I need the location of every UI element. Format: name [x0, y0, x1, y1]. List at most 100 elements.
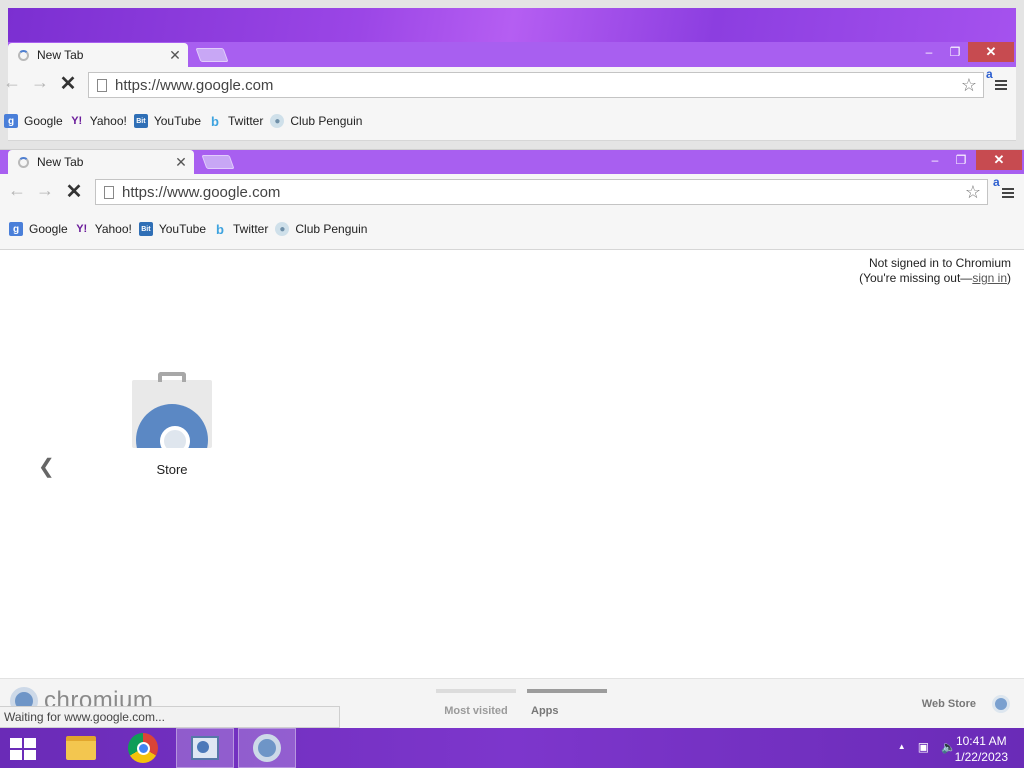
- bookmark-twitter[interactable]: b Twitter: [213, 221, 275, 237]
- bookmark-yahoo[interactable]: Y! Yahoo!: [70, 114, 134, 128]
- apps-label: Apps: [531, 705, 559, 717]
- system-clock[interactable]: 10:41 AM 1/22/2023: [955, 733, 1008, 765]
- forward-button[interactable]: →: [28, 72, 52, 93]
- close-window-button[interactable]: ✕: [976, 150, 1022, 170]
- bookmark-label: Club Penguin: [290, 114, 363, 128]
- remote-desktop-icon: [191, 736, 219, 760]
- desktop-wallpaper: [8, 8, 1016, 44]
- clock-date: 1/22/2023: [954, 750, 1008, 764]
- background-browser-window: New Tab ✕ – ❐ ✕ ← → ✕ https://www.google…: [0, 0, 1024, 150]
- app-tile-store[interactable]: Store: [128, 370, 216, 477]
- new-tab-page: Not signed in to Chromium (You're missin…: [0, 250, 1024, 678]
- web-store-small-icon[interactable]: [992, 695, 1010, 713]
- chrome-icon: [128, 733, 158, 763]
- page-icon: [97, 78, 107, 92]
- previous-page-arrow-icon[interactable]: ❮: [38, 454, 55, 479]
- tab-close-icon[interactable]: ✕: [174, 154, 188, 171]
- google-icon: g: [4, 114, 18, 128]
- bookmark-star-icon[interactable]: ☆: [955, 75, 983, 96]
- taskbar-chromium[interactable]: [238, 728, 296, 768]
- apps-tab[interactable]: Apps: [527, 689, 607, 717]
- file-explorer-icon: [66, 736, 96, 760]
- signin-prompt-close: ): [1007, 271, 1011, 285]
- taskbar: ▲ ▣ 🔈 10:41 AM 1/22/2023: [0, 728, 1024, 768]
- tab-new-tab[interactable]: New Tab ✕: [8, 150, 194, 174]
- most-visited-tab[interactable]: Most visited: [436, 689, 516, 717]
- clock-time: 10:41 AM: [955, 734, 1007, 748]
- ghost-tab-strip: New Tab ✕ – ❐ ✕: [8, 42, 1016, 67]
- bookmark-label: YouTube: [153, 114, 202, 128]
- loading-spinner-icon: [18, 156, 29, 168]
- twitter-icon: b: [211, 113, 219, 129]
- tab-close-icon[interactable]: ✕: [168, 47, 182, 64]
- bookmark-club-penguin[interactable]: ● Club Penguin: [275, 222, 374, 236]
- club-penguin-icon: ●: [275, 222, 290, 236]
- chrome-menu-button[interactable]: [995, 78, 1007, 92]
- extension-icon[interactable]: a: [993, 175, 1000, 189]
- ghost-toolbar: ← → ✕ https://www.google.com ☆ a: [3, 67, 1016, 103]
- start-button[interactable]: [10, 738, 36, 760]
- tab-title: New Tab: [37, 155, 84, 169]
- bookmark-star-icon[interactable]: ☆: [959, 182, 987, 203]
- minimize-button[interactable]: –: [922, 150, 948, 170]
- twitter-icon: b: [216, 221, 224, 237]
- bookmark-label: Club Penguin: [295, 222, 368, 236]
- back-button[interactable]: ←: [0, 72, 24, 93]
- address-bar-url: https://www.google.com: [122, 183, 281, 201]
- taskbar-chrome[interactable]: [114, 728, 172, 768]
- sign-in-link[interactable]: sign in: [972, 271, 1007, 285]
- signin-status-text: Not signed in to Chromium: [868, 256, 1011, 270]
- back-button[interactable]: ←: [5, 180, 29, 201]
- google-icon: g: [9, 222, 23, 236]
- extension-icon[interactable]: a: [986, 67, 993, 81]
- toolbar: ← → ✕ https://www.google.com ☆ a: [0, 174, 1024, 210]
- chrome-menu-button[interactable]: [1002, 186, 1014, 200]
- bookmark-label: Yahoo!: [94, 222, 132, 236]
- ghost-tab-new-tab[interactable]: New Tab ✕: [8, 43, 188, 67]
- system-tray: ▲ ▣ 🔈: [898, 740, 956, 754]
- bookmark-label: YouTube: [158, 222, 207, 236]
- stop-loading-button[interactable]: ✕: [56, 71, 80, 96]
- bookmarks-bar: g Google Y! Yahoo! Bit YouTube b Twitter…: [0, 210, 1024, 250]
- bookmark-youtube[interactable]: Bit YouTube: [138, 222, 213, 236]
- web-store-icon: [132, 370, 212, 448]
- yahoo-icon: Y!: [71, 115, 83, 127]
- address-bar[interactable]: https://www.google.com ☆: [95, 179, 988, 205]
- bookmark-google[interactable]: g Google: [4, 114, 70, 128]
- address-bar-url: https://www.google.com: [115, 76, 274, 94]
- youtube-icon: Bit: [138, 222, 153, 236]
- bookmark-label: Google: [24, 114, 63, 128]
- bookmark-label: Yahoo!: [89, 114, 127, 128]
- ghost-bookmarks-bar: g Google Y! Yahoo! Bit YouTube b Twitter…: [4, 103, 1016, 141]
- minimize-button[interactable]: –: [916, 42, 942, 62]
- bookmark-yahoo[interactable]: Y! Yahoo!: [75, 222, 139, 236]
- club-penguin-icon: ●: [270, 114, 285, 128]
- signin-prompt-text: (You're missing out—: [859, 271, 973, 285]
- loading-spinner-icon: [18, 49, 29, 61]
- maximize-button[interactable]: ❐: [948, 150, 974, 170]
- status-bubble: Waiting for www.google.com...: [0, 706, 340, 728]
- bookmark-twitter[interactable]: b Twitter: [208, 113, 270, 129]
- tab-title: New Tab: [37, 48, 84, 62]
- web-store-link[interactable]: Web Store: [922, 698, 976, 710]
- forward-button[interactable]: →: [33, 180, 57, 201]
- maximize-button[interactable]: ❐: [942, 42, 968, 62]
- bookmark-youtube[interactable]: Bit YouTube: [133, 114, 208, 128]
- bookmark-label: Google: [29, 222, 68, 236]
- signin-notice: Not signed in to Chromium (You're missin…: [859, 256, 1011, 286]
- page-icon: [104, 185, 114, 199]
- address-bar[interactable]: https://www.google.com ☆: [88, 72, 984, 98]
- bookmark-google[interactable]: g Google: [9, 222, 75, 236]
- taskbar-remote-desktop[interactable]: [176, 728, 234, 768]
- network-icon[interactable]: ▣: [918, 740, 929, 754]
- close-window-button[interactable]: ✕: [968, 42, 1014, 62]
- most-visited-label: Most visited: [444, 705, 508, 717]
- new-tab-button[interactable]: [195, 48, 229, 62]
- show-hidden-icons-icon[interactable]: ▲: [898, 740, 906, 754]
- stop-loading-button[interactable]: ✕: [62, 179, 86, 204]
- tab-strip: New Tab ✕ – ❐ ✕: [0, 150, 1024, 174]
- taskbar-file-explorer[interactable]: [52, 728, 110, 768]
- bookmark-club-penguin[interactable]: ● Club Penguin: [270, 114, 369, 128]
- new-tab-button[interactable]: [201, 155, 235, 169]
- app-tile-label: Store: [156, 462, 188, 477]
